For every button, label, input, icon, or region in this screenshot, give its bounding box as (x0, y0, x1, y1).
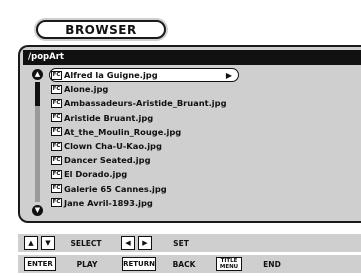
file-name: Aristide Bruant.jpg (64, 112, 154, 123)
current-path: /popArt (23, 50, 361, 65)
select-label: SELECT (70, 238, 102, 248)
enter-key[interactable]: ENTER (24, 257, 56, 271)
title-menu-key-line2: MENU (219, 264, 239, 270)
file-name: Jane Avril-1893.jpg (64, 197, 153, 208)
image-file-icon: FC (51, 127, 62, 137)
file-browser-panel: /popArt ▲ ▼ FC Alfred la Guigne.jpg ▶ FC… (18, 45, 361, 223)
list-item[interactable]: FC Galerie 65 Cannes.jpg (49, 182, 289, 196)
image-file-icon: FC (51, 169, 62, 179)
image-file-icon: FC (51, 98, 62, 108)
image-file-icon: FC (51, 113, 62, 123)
file-list: FC Alfred la Guigne.jpg ▶ FC Alone.jpg F… (49, 68, 289, 210)
list-item[interactable]: FC El Dorado.jpg (49, 167, 289, 181)
file-name: Ambassadeurs-Aristide_Bruant.jpg (64, 98, 227, 109)
image-file-icon: FC (51, 141, 62, 151)
scrollbar-thumb[interactable] (35, 82, 40, 106)
file-name: Dancer Seated.jpg (64, 155, 151, 166)
list-item[interactable]: FC Jane Avril-1893.jpg (49, 196, 289, 210)
control-hints-navigation: ▲ ▼ SELECT ◀ ▶ SET (18, 234, 361, 252)
image-file-icon: FC (51, 155, 62, 165)
file-name: El Dorado.jpg (64, 169, 128, 180)
return-key[interactable]: RETURN (122, 257, 156, 271)
play-arrow-icon: ▶ (225, 70, 232, 80)
image-file-icon: FC (51, 198, 62, 208)
list-item[interactable]: FC Clown Cha-U-Kao.jpg (49, 139, 289, 153)
list-item[interactable]: FC Dancer Seated.jpg (49, 153, 289, 167)
back-label: BACK (172, 259, 196, 269)
scroll-up-icon[interactable]: ▲ (32, 69, 43, 80)
list-item[interactable]: FC Ambassadeurs-Aristide_Bruant.jpg (49, 96, 289, 110)
play-label: PLAY (76, 259, 98, 269)
scrollbar-track[interactable] (35, 82, 40, 202)
browser-screen: BROWSER /popArt ▲ ▼ FC Alfred la Guigne.… (0, 0, 361, 277)
down-arrow-key-icon[interactable]: ▼ (41, 236, 55, 250)
up-arrow-key-icon[interactable]: ▲ (24, 236, 38, 250)
page-title: BROWSER (36, 20, 166, 39)
file-name: Alone.jpg (64, 84, 109, 95)
scroll-down-icon[interactable]: ▼ (32, 205, 43, 216)
file-name: Clown Cha-U-Kao.jpg (64, 141, 162, 152)
set-label: SET (173, 238, 189, 248)
file-name: Alfred la Guigne.jpg (64, 70, 158, 81)
image-file-icon: FC (51, 184, 62, 194)
list-item[interactable]: FC At_the_Moulin_Rouge.jpg (49, 125, 289, 139)
control-hints-actions: ENTER PLAY RETURN BACK TITLE MENU END (18, 255, 361, 273)
right-arrow-key-icon[interactable]: ▶ (138, 236, 152, 250)
end-label: END (263, 259, 281, 269)
file-name: Galerie 65 Cannes.jpg (64, 183, 167, 194)
image-file-icon: FC (51, 70, 62, 80)
image-file-icon: FC (51, 84, 62, 94)
left-arrow-key-icon[interactable]: ◀ (121, 236, 135, 250)
list-item[interactable]: FC Alone.jpg (49, 82, 289, 96)
list-item-selected[interactable]: FC Alfred la Guigne.jpg ▶ (49, 68, 239, 83)
file-name: At_the_Moulin_Rouge.jpg (64, 126, 182, 137)
title-menu-key[interactable]: TITLE MENU (216, 257, 242, 271)
list-item[interactable]: FC Aristide Bruant.jpg (49, 111, 289, 125)
